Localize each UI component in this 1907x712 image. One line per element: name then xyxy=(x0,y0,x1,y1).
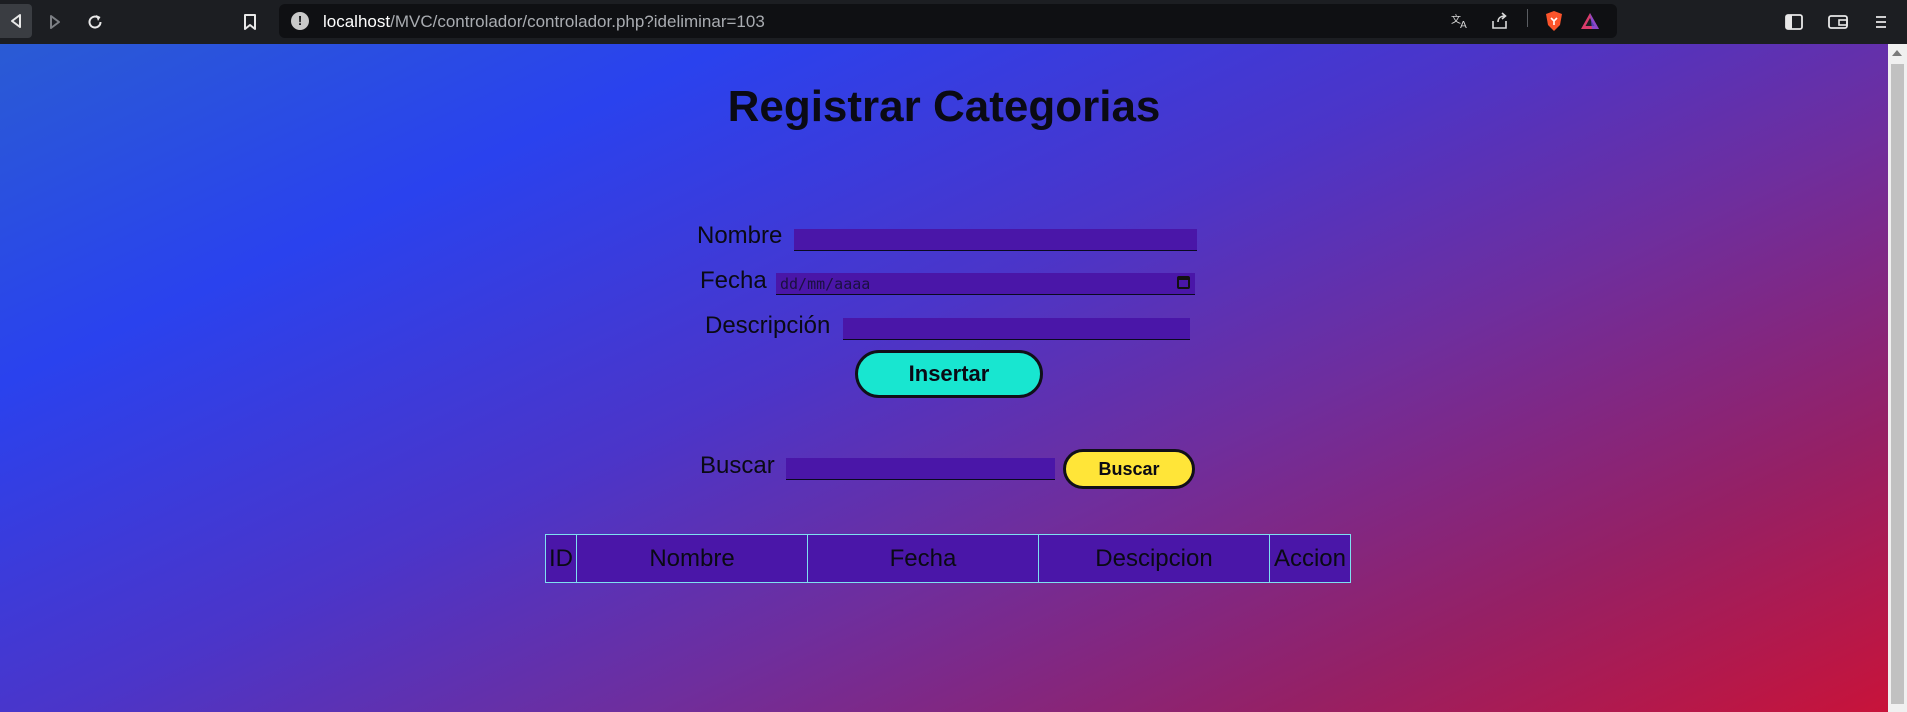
scroll-up-arrow-icon[interactable] xyxy=(1892,50,1902,56)
address-bar[interactable]: ! localhost/MVC/controlador/controlador.… xyxy=(279,4,1617,38)
column-header-nombre: Nombre xyxy=(576,534,808,583)
nombre-input[interactable] xyxy=(794,229,1197,251)
brave-shield-icon[interactable] xyxy=(1543,10,1565,32)
site-info-icon[interactable]: ! xyxy=(291,12,309,30)
reload-icon[interactable] xyxy=(82,9,108,35)
share-icon[interactable] xyxy=(1489,10,1511,32)
sidebar-icon[interactable] xyxy=(1781,9,1807,35)
descripcion-label: Descripción xyxy=(705,312,831,339)
page-title: Registrar Categorias xyxy=(727,82,1161,131)
column-header-fecha: Fecha xyxy=(807,534,1039,583)
column-header-accion: Accion xyxy=(1269,534,1351,583)
page-viewport: Registrar Categorias Nombre Fecha dd/mm/… xyxy=(0,44,1888,712)
descripcion-input[interactable] xyxy=(843,318,1190,340)
wallet-icon[interactable] xyxy=(1825,9,1851,35)
buscar-label: Buscar xyxy=(700,452,775,479)
column-header-id: ID xyxy=(545,534,577,583)
fecha-placeholder: dd/mm/aaaa xyxy=(780,275,871,293)
url-text: localhost/MVC/controlador/controlador.ph… xyxy=(323,12,765,32)
translate-icon[interactable]: 文A xyxy=(1449,10,1471,32)
bookmark-icon[interactable] xyxy=(237,9,263,35)
menu-icon[interactable] xyxy=(1868,9,1894,35)
table-header-row: ID Nombre Fecha Descipcion Accion xyxy=(545,534,1351,583)
results-table: ID Nombre Fecha Descipcion Accion xyxy=(545,534,1351,583)
back-icon[interactable] xyxy=(0,4,32,38)
toolbar-divider xyxy=(1527,9,1528,27)
svg-text:A: A xyxy=(1460,20,1467,30)
url-path: /MVC/controlador/controlador.php?idelimi… xyxy=(390,12,765,31)
insertar-button[interactable]: Insertar xyxy=(855,350,1043,398)
scrollbar-thumb[interactable] xyxy=(1891,64,1904,704)
column-header-descipcion: Descipcion xyxy=(1038,534,1270,583)
fecha-input[interactable]: dd/mm/aaaa xyxy=(776,273,1195,295)
buscar-input[interactable] xyxy=(786,458,1055,480)
browser-toolbar: ! localhost/MVC/controlador/controlador.… xyxy=(0,0,1907,44)
forward-icon[interactable] xyxy=(42,9,68,35)
buscar-button[interactable]: Buscar xyxy=(1063,449,1195,489)
brave-rewards-icon[interactable] xyxy=(1579,10,1601,32)
nombre-label: Nombre xyxy=(697,222,783,249)
calendar-icon[interactable] xyxy=(1177,276,1190,289)
fecha-label: Fecha xyxy=(700,267,767,294)
vertical-scrollbar[interactable] xyxy=(1888,44,1907,712)
url-host: localhost xyxy=(323,12,391,31)
